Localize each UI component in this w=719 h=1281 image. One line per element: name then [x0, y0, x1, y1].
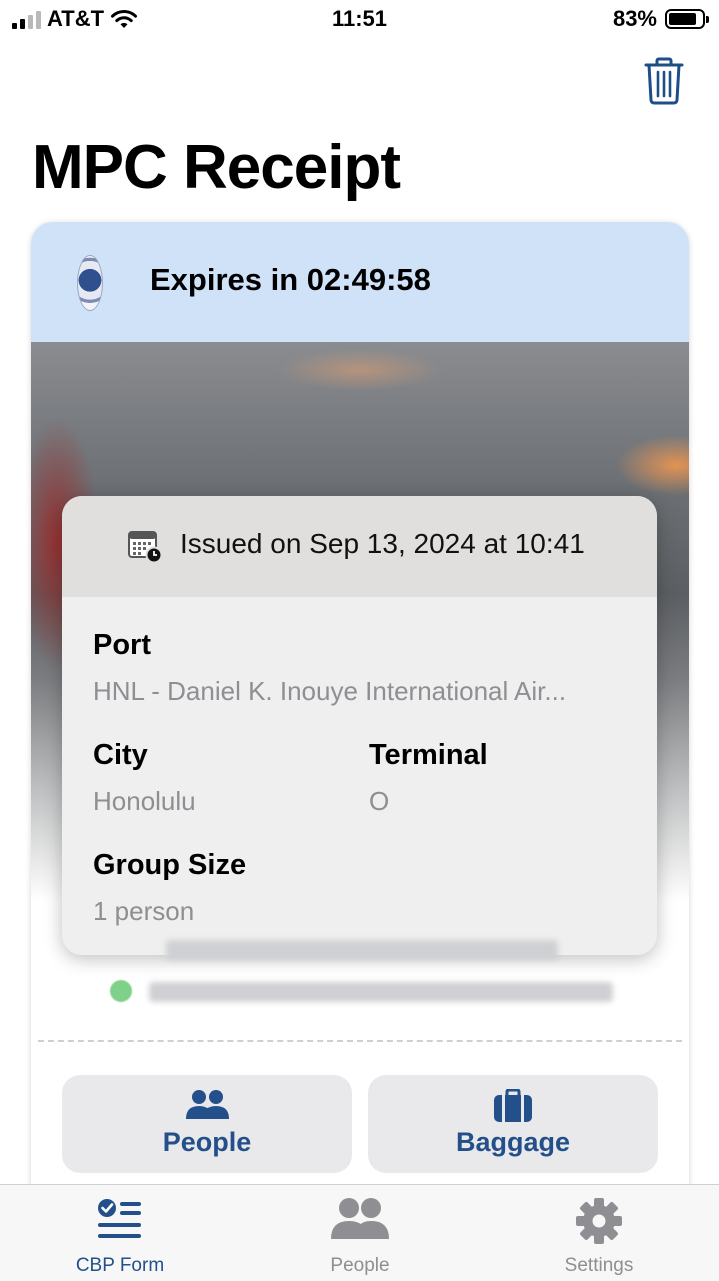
tab-cbp-form[interactable]: CBP Form: [0, 1185, 240, 1281]
people-icon: [331, 1198, 389, 1239]
issued-date: Issued on Sep 13, 2024 at 10:41: [180, 528, 585, 559]
calendar-clock-icon: [128, 531, 162, 563]
baggage-button-label: Baggage: [455, 1127, 571, 1157]
people-button-label: People: [162, 1127, 252, 1157]
tab-cbp-form-label: CBP Form: [75, 1255, 165, 1276]
port-label: Port: [93, 629, 151, 661]
terminal-label: Terminal: [369, 739, 488, 771]
issued-row: Issued on Sep 13, 2024 at 10:41: [62, 496, 657, 597]
people-icon: [186, 1090, 229, 1119]
people-button[interactable]: People: [62, 1075, 352, 1173]
group-size-value: 1 person: [93, 896, 195, 926]
cbp-seal-icon: [77, 255, 103, 311]
battery-icon: [665, 9, 709, 29]
city-label: City: [93, 739, 148, 771]
city-value: Honolulu: [93, 786, 196, 816]
receipt-fields: Port HNL - Daniel K. Inouye Internationa…: [62, 597, 657, 955]
port-value: HNL - Daniel K. Inouye International Air…: [93, 676, 567, 706]
gear-icon: [576, 1198, 622, 1244]
tab-settings-label: Settings: [564, 1255, 634, 1276]
baggage-icon: [494, 1089, 532, 1122]
receipt-card: Expires in 02:49:58 Issued on Sep 13, 20…: [31, 222, 689, 1222]
group-size-label: Group Size: [93, 849, 247, 881]
expires-countdown: Expires in 02:49:58: [150, 262, 431, 297]
baggage-button[interactable]: Baggage: [368, 1075, 658, 1173]
clock: 11:51: [331, 6, 388, 31]
receipt-info-panel: Issued on Sep 13, 2024 at 10:41 Port HNL…: [62, 496, 657, 955]
terminal-value: O: [369, 786, 390, 816]
tab-people[interactable]: People: [240, 1185, 480, 1281]
battery-group: 83%: [612, 6, 709, 32]
dashed-divider: [38, 1040, 682, 1042]
status-bar: AT&T 11:51 83%: [0, 0, 719, 44]
background-photo: Issued on Sep 13, 2024 at 10:41 Port HNL…: [31, 342, 689, 955]
form-checklist-icon: [98, 1199, 141, 1238]
verified-check-icon: [110, 980, 132, 1002]
page-title: MPC Receipt: [32, 133, 401, 202]
battery-percent: 83%: [612, 6, 657, 31]
tab-settings[interactable]: Settings: [479, 1185, 719, 1281]
tab-people-label: People: [330, 1255, 390, 1276]
verification-text-blurred: [31, 940, 689, 1010]
tab-bar: CBP Form People Settings: [0, 1184, 719, 1281]
receipt-header: Expires in 02:49:58: [31, 222, 689, 342]
trash-icon[interactable]: [640, 56, 688, 106]
